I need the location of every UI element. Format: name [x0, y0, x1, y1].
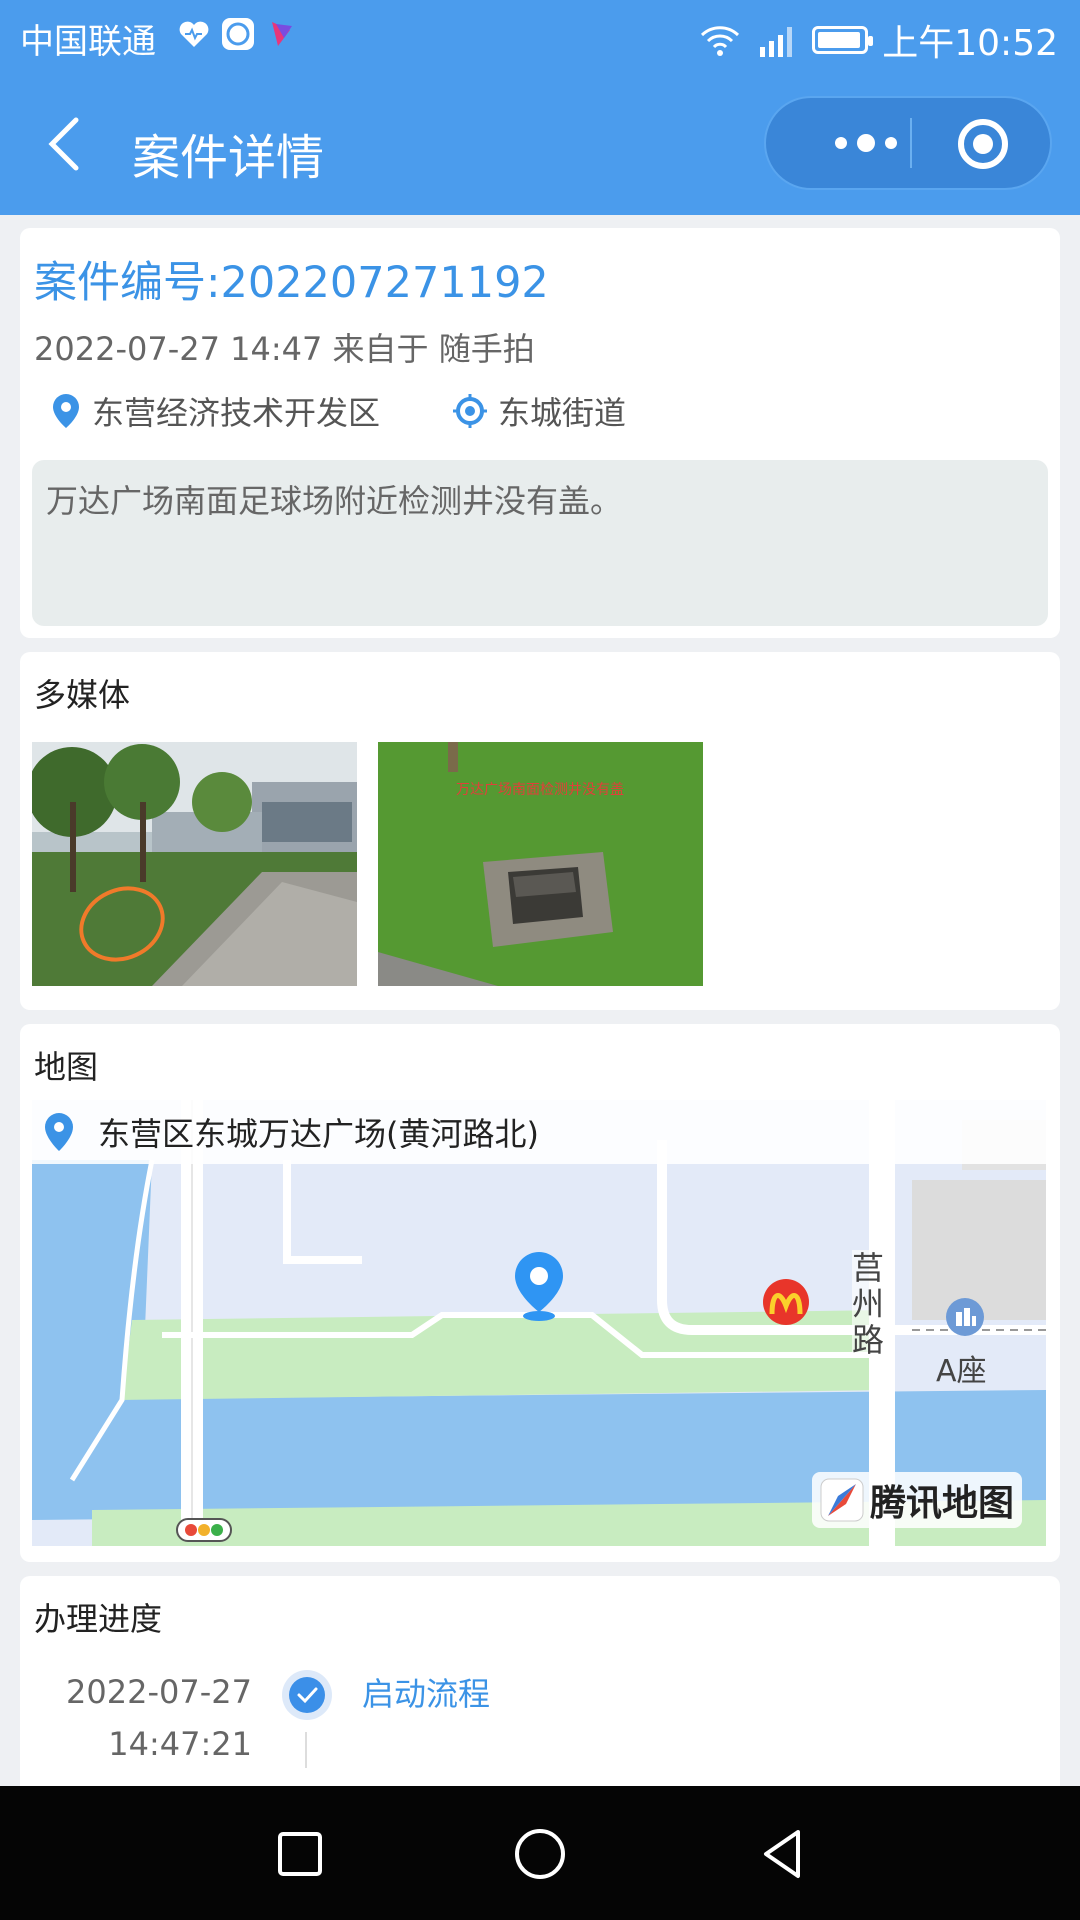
case-number: 案件编号:202207271192 [34, 258, 549, 308]
app-header: 中国联通 上午10:52 案件详情 [0, 0, 1080, 215]
carrier-name: 中国联通 [20, 22, 156, 62]
step-time: 14:47:21 [108, 1725, 252, 1763]
progress-title: 办理进度 [34, 1600, 163, 1638]
case-info-card: 案件编号:202207271192 2022-07-27 14:47 来自于 随… [20, 228, 1060, 638]
media-title: 多媒体 [34, 676, 131, 714]
district-location: 东营经济技术开发区 [50, 388, 380, 434]
timeline-connector [305, 1732, 307, 1768]
map-provider-logo: 腾讯地图 [811, 1472, 1022, 1528]
road-label: 莒州路 [852, 1250, 888, 1358]
close-miniprogram-icon[interactable] [958, 119, 1008, 169]
building-label: A座 [936, 1354, 987, 1389]
app-icon [264, 16, 300, 52]
location-pin-icon [53, 394, 79, 428]
compass-icon [820, 1478, 864, 1522]
recent-apps-icon[interactable] [270, 1824, 330, 1884]
back-icon[interactable] [42, 114, 92, 174]
system-nav-bar [0, 1786, 1080, 1920]
miniprogram-capsule [764, 96, 1052, 190]
map-provider-name: 腾讯地图 [869, 1483, 1014, 1524]
mcdonalds-icon [763, 1279, 809, 1325]
traffic-light-icon [176, 1518, 232, 1542]
signal-icon [760, 27, 793, 57]
target-icon [453, 394, 487, 428]
map-title: 地图 [34, 1048, 99, 1086]
street-label: 东城街道 [498, 394, 627, 432]
media-photo-2[interactable]: 万达广场南面检测井没有盖 [378, 742, 703, 986]
photo-caption: 万达广场南面检测井没有盖 [456, 782, 624, 798]
step-check-icon [282, 1670, 332, 1720]
case-meta: 2022-07-27 14:47 来自于 随手拍 [34, 330, 535, 368]
step-date: 2022-07-27 [66, 1673, 252, 1711]
map-card: 地图 东营区东城万达广场(黄河路北) 莒州路 A座 腾讯地图 [20, 1024, 1060, 1562]
location-pin-icon [45, 1113, 73, 1151]
clock: 上午10:52 [882, 23, 1058, 64]
case-description: 万达广场南面足球场附近检测井没有盖。 [32, 460, 1048, 626]
step-label[interactable]: 启动流程 [362, 1668, 490, 1720]
media-card: 多媒体 万达广场南面检测井没有盖 [20, 652, 1060, 1010]
heart-icon [176, 16, 212, 52]
home-icon[interactable] [510, 1824, 570, 1884]
map-marker-icon [515, 1252, 563, 1321]
page-title: 案件详情 [132, 130, 325, 186]
battery-icon [812, 26, 874, 54]
district-label: 东营经济技术开发区 [92, 394, 381, 432]
map-view[interactable]: 东营区东城万达广场(黄河路北) 莒州路 A座 腾讯地图 [32, 1100, 1046, 1546]
map-address: 东营区东城万达广场(黄河路北) [98, 1115, 539, 1153]
media-photo-1[interactable] [32, 742, 357, 986]
map-address-bar: 东营区东城万达广场(黄河路北) [32, 1100, 1046, 1164]
street-location: 东城街道 [452, 388, 626, 434]
back-nav-icon[interactable] [752, 1824, 812, 1884]
status-bar: 中国联通 上午10:52 [0, 0, 1080, 78]
building-icon [946, 1298, 984, 1336]
status-right: 上午10:52 [700, 14, 1058, 66]
capsule-divider [910, 118, 912, 168]
title-bar: 案件详情 [0, 78, 1080, 215]
wifi-icon [701, 26, 740, 56]
step-datetime: 2022-07-27 14:47:21 [66, 1666, 252, 1770]
browser-icon [220, 16, 256, 52]
more-icon[interactable] [806, 98, 926, 188]
notification-icons [176, 16, 300, 52]
